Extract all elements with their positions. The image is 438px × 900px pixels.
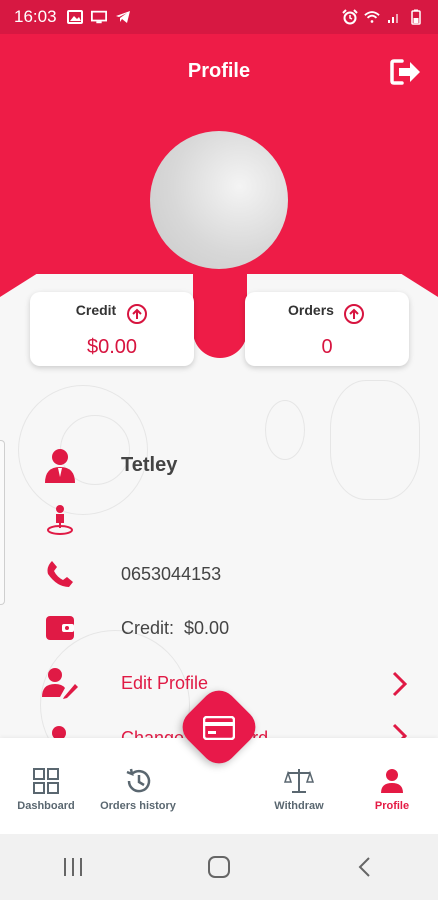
arrow-up-circle-icon[interactable] — [126, 303, 148, 325]
nav-withdraw[interactable]: Withdraw — [254, 766, 344, 812]
credit-value: $0.00 — [86, 336, 138, 358]
nav-dashboard[interactable]: Dashboard — [1, 766, 91, 812]
phone-row: 0653044153 — [42, 556, 221, 592]
recents-icon[interactable] — [53, 847, 93, 887]
orders-value: 0 — [321, 336, 333, 358]
avatar[interactable] — [150, 131, 288, 269]
background-doodle — [265, 400, 305, 460]
location-person-icon — [42, 502, 78, 538]
back-icon[interactable] — [345, 847, 385, 887]
status-bar: 16:03 — [0, 0, 438, 34]
logout-icon[interactable] — [390, 58, 422, 86]
wallet-icon — [42, 610, 78, 646]
image-icon — [66, 10, 83, 24]
telegram-icon — [115, 10, 131, 24]
profile-name-row: Tetley — [42, 447, 177, 483]
edit-profile-link[interactable]: Edit Profile — [121, 673, 208, 694]
credit-row: Credit: $0.00 — [42, 610, 229, 646]
header-tab — [193, 270, 247, 358]
profile-name: Tetley — [121, 453, 178, 476]
orders-card[interactable]: Orders 0 — [245, 292, 409, 366]
user-edit-icon — [42, 665, 78, 701]
edit-profile-row[interactable]: Edit Profile — [42, 665, 208, 701]
person-icon — [381, 769, 403, 793]
background-doodle — [330, 380, 420, 500]
header-corner-left — [0, 273, 38, 297]
credit-row-value: $0.00 — [184, 617, 230, 638]
home-icon[interactable] — [199, 847, 239, 887]
page-title: Profile — [187, 60, 251, 82]
history-icon — [126, 768, 151, 793]
nav-orders-history[interactable]: Orders history — [93, 766, 183, 812]
nav-withdraw-label: Withdraw — [274, 800, 324, 812]
dashboard-icon — [33, 768, 59, 794]
cast-icon — [90, 10, 107, 24]
system-navigation — [0, 834, 438, 900]
credit-row-label: Credit: — [121, 617, 175, 638]
header-corner-right — [400, 273, 438, 297]
side-drawer-handle[interactable] — [0, 440, 5, 605]
phone-icon — [42, 556, 78, 592]
battery-icon — [408, 9, 424, 25]
card-icon — [203, 716, 235, 740]
location-row — [42, 502, 78, 538]
orders-label: Orders — [288, 302, 334, 318]
status-time: 16:03 — [14, 7, 57, 26]
person-suit-icon — [42, 447, 78, 483]
nav-profile-label: Profile — [374, 800, 410, 812]
alarm-icon — [342, 9, 358, 25]
scale-icon — [284, 769, 314, 793]
nav-dashboard-label: Dashboard — [17, 800, 75, 812]
nav-orders-history-label: Orders history — [100, 800, 176, 812]
arrow-up-circle-icon[interactable] — [343, 303, 365, 325]
nav-profile[interactable]: Profile — [347, 766, 437, 812]
phone-number: 0653044153 — [121, 563, 222, 584]
signal-icon — [386, 10, 402, 24]
credit-label: Credit — [75, 302, 117, 318]
credit-card[interactable]: Credit $0.00 — [30, 292, 194, 366]
chevron-right-icon[interactable] — [390, 670, 410, 698]
wifi-icon — [364, 10, 380, 24]
